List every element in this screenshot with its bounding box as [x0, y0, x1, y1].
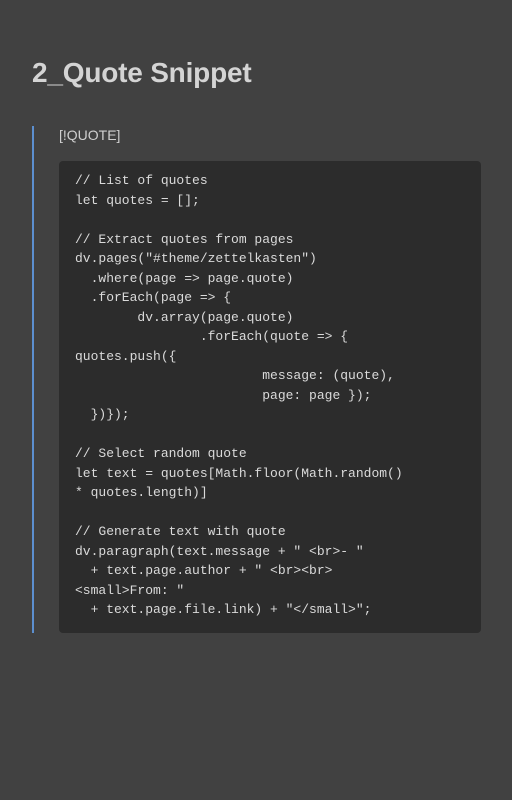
note-page: 2_Quote Snippet [!QUOTE] // List of quot…	[0, 0, 512, 800]
callout-label: [!QUOTE]	[59, 127, 121, 143]
page-title: 2_Quote Snippet	[32, 57, 252, 88]
code-text: // List of quotes let quotes = []; // Ex…	[75, 173, 403, 617]
code-block[interactable]: // List of quotes let quotes = []; // Ex…	[59, 161, 481, 633]
quote-callout: [!QUOTE] // List of quotes let quotes = …	[32, 126, 482, 633]
